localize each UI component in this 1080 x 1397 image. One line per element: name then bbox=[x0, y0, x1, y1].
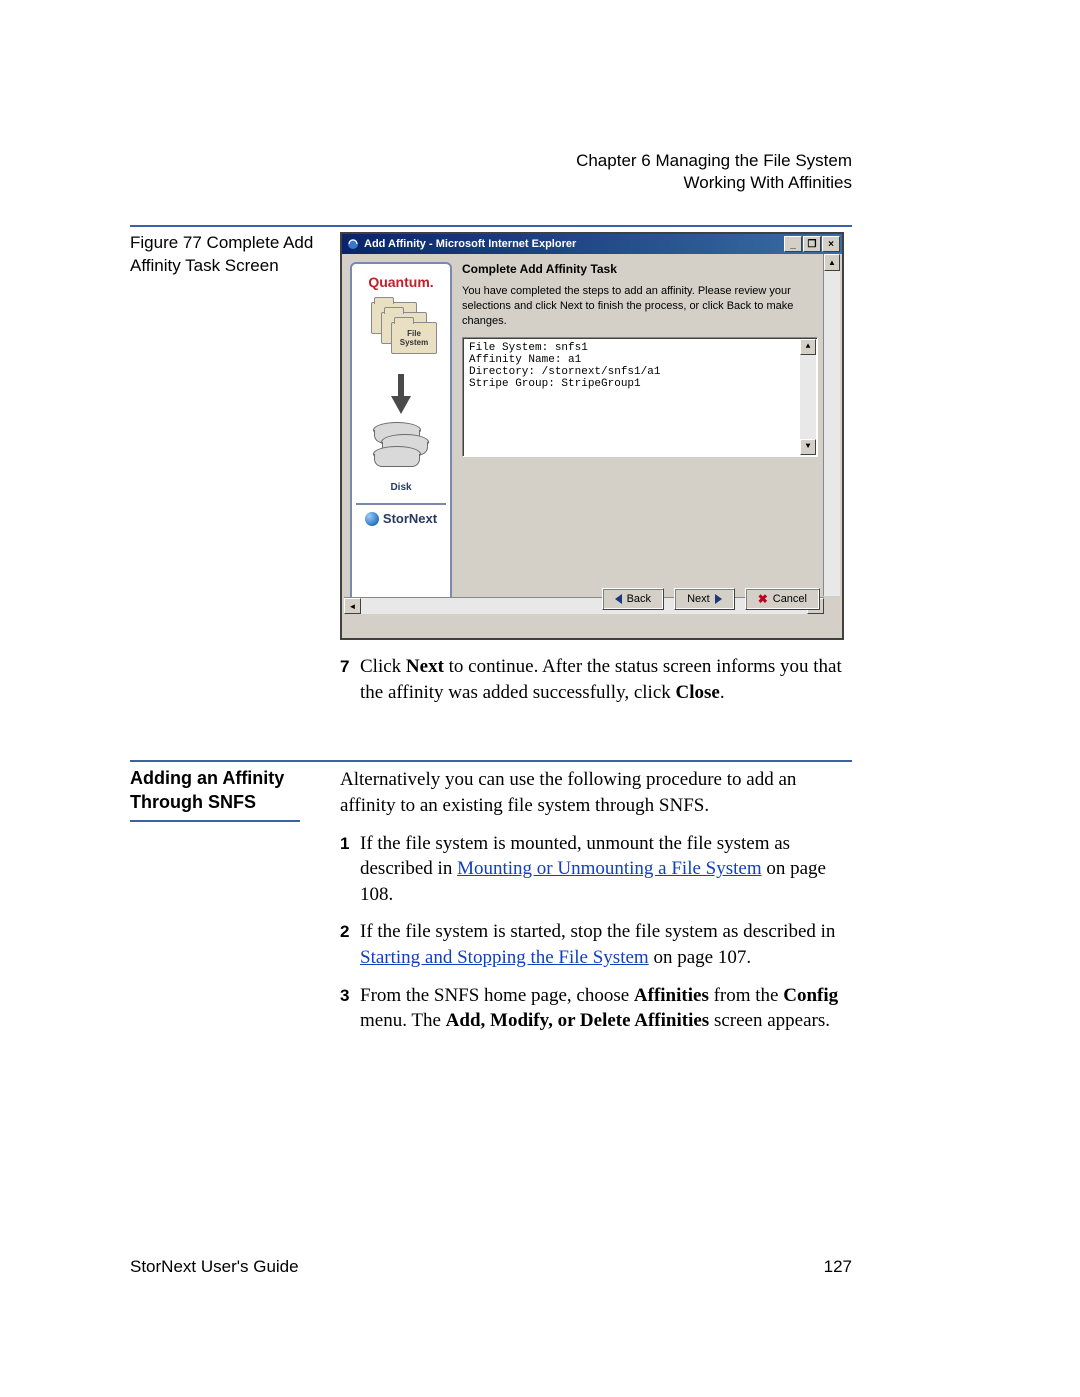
cancel-button[interactable]: ✖ Cancel bbox=[745, 588, 820, 610]
section-line: Working With Affinities bbox=[576, 172, 852, 194]
wizard-main: Complete Add Affinity Task You have comp… bbox=[460, 262, 840, 612]
next-button[interactable]: Next bbox=[674, 588, 735, 610]
step-7: 7 Click Next to continue. After the stat… bbox=[340, 654, 852, 705]
triangle-right-icon bbox=[715, 594, 722, 604]
footer-left: StorNext User's Guide bbox=[130, 1257, 299, 1277]
step-text: Click Next to continue. After the status… bbox=[360, 654, 852, 705]
arrow-down-icon bbox=[391, 396, 411, 414]
step-1: 1 If the file system is mounted, unmount… bbox=[340, 831, 852, 908]
page-footer: StorNext User's Guide 127 bbox=[130, 1257, 852, 1277]
folder-stack-icon: File System bbox=[371, 302, 431, 360]
step-number: 1 bbox=[340, 831, 360, 908]
page-header: Chapter 6 Managing the File System Worki… bbox=[576, 150, 852, 194]
divider-rule bbox=[130, 760, 852, 762]
restore-button[interactable]: ❐ bbox=[803, 236, 821, 252]
step-number: 2 bbox=[340, 919, 360, 970]
step-number: 3 bbox=[340, 983, 360, 1034]
wizard-title: Complete Add Affinity Task bbox=[462, 262, 818, 276]
link-mount-unmount[interactable]: Mounting or Unmounting a File System bbox=[457, 858, 762, 879]
page-number: 127 bbox=[824, 1257, 852, 1277]
disk-label: Disk bbox=[356, 482, 446, 493]
screenshot-ie-window: Add Affinity - Microsoft Internet Explor… bbox=[340, 232, 844, 640]
disk-stack-icon bbox=[373, 422, 429, 478]
triangle-left-icon bbox=[615, 594, 622, 604]
x-icon: ✖ bbox=[758, 592, 768, 606]
step-3: 3 From the SNFS home page, choose Affini… bbox=[340, 983, 852, 1034]
wizard-button-bar: Back Next ✖ Cancel bbox=[342, 580, 842, 630]
chapter-line: Chapter 6 Managing the File System bbox=[576, 150, 852, 172]
figure-caption: Figure 77 Complete Add Affinity Task Scr… bbox=[130, 232, 340, 278]
back-button[interactable]: Back bbox=[602, 588, 664, 610]
ie-logo-icon bbox=[346, 237, 360, 251]
globe-icon bbox=[365, 512, 379, 526]
step-text: From the SNFS home page, choose Affiniti… bbox=[360, 983, 852, 1034]
stornext-label: StorNext bbox=[383, 511, 437, 526]
document-page: Chapter 6 Managing the File System Worki… bbox=[0, 0, 1080, 1397]
content-area: Figure 77 Complete Add Affinity Task Scr… bbox=[130, 225, 852, 1034]
heading-underline bbox=[130, 820, 300, 822]
scroll-up-icon[interactable]: ▲ bbox=[800, 339, 816, 355]
wizard-sidebar: Quantum. File System Disk bbox=[350, 262, 452, 612]
quantum-logo: Quantum. bbox=[356, 274, 446, 290]
step-number: 7 bbox=[340, 654, 360, 705]
ie-window-title: Add Affinity - Microsoft Internet Explor… bbox=[364, 238, 783, 250]
ie-body: Quantum. File System Disk bbox=[342, 254, 842, 616]
divider-rule bbox=[130, 225, 852, 227]
scroll-up-icon[interactable]: ▲ bbox=[824, 254, 840, 271]
step-text: If the file system is started, stop the … bbox=[360, 919, 852, 970]
summary-content: File System: snfs1 Affinity Name: a1 Dir… bbox=[469, 342, 660, 390]
section-intro: Alternatively you can use the following … bbox=[340, 767, 852, 818]
outer-v-scrollbar[interactable]: ▲ bbox=[823, 254, 840, 596]
close-window-button[interactable]: × bbox=[822, 236, 840, 252]
wizard-intro: You have completed the steps to add an a… bbox=[462, 284, 818, 329]
summary-scrollbar[interactable]: ▲▼ bbox=[800, 339, 816, 455]
scroll-down-icon[interactable]: ▼ bbox=[800, 439, 816, 455]
ie-titlebar: Add Affinity - Microsoft Internet Explor… bbox=[342, 234, 842, 254]
step-text: If the file system is mounted, unmount t… bbox=[360, 831, 852, 908]
minimize-button[interactable]: _ bbox=[784, 236, 802, 252]
section-heading: Adding an Affinity Through SNFS bbox=[130, 767, 340, 814]
summary-textbox: File System: snfs1 Affinity Name: a1 Dir… bbox=[462, 337, 818, 457]
link-start-stop[interactable]: Starting and Stopping the File System bbox=[360, 947, 649, 968]
step-2: 2 If the file system is started, stop th… bbox=[340, 919, 852, 970]
